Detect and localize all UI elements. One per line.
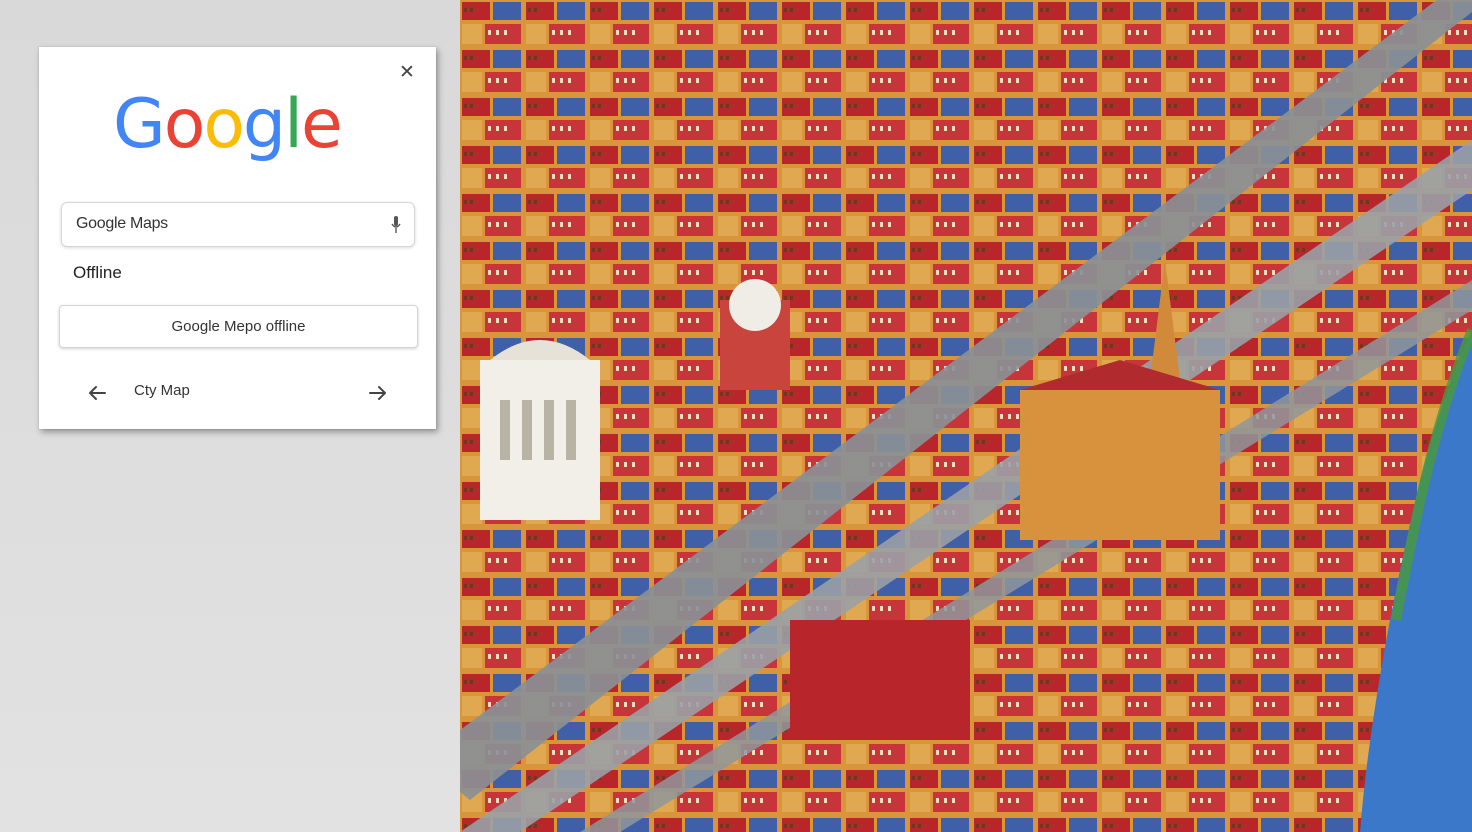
arrow-left-icon[interactable] bbox=[85, 381, 109, 405]
microphone-icon[interactable] bbox=[389, 215, 403, 235]
city-map-canvas bbox=[460, 0, 1472, 832]
search-input-value: Google Maps bbox=[76, 215, 168, 232]
logo-letter: o bbox=[203, 85, 245, 164]
city-map-label: Cty Map bbox=[134, 382, 190, 399]
logo-letter: e bbox=[301, 85, 343, 164]
logo-letter: o bbox=[163, 85, 206, 164]
logo-letter: l bbox=[284, 85, 303, 164]
search-input[interactable]: Google Maps bbox=[61, 202, 415, 247]
navigation-row: Cty Map bbox=[39, 377, 436, 409]
offline-label: Offline bbox=[73, 263, 122, 282]
close-icon[interactable]: ✕ bbox=[396, 61, 418, 83]
arrow-right-icon[interactable] bbox=[366, 381, 390, 405]
maps-offline-button[interactable]: Google Mepo offline bbox=[59, 305, 418, 348]
search-dialog: ✕ Google Google Maps Offline Google Mepo… bbox=[39, 47, 436, 429]
logo-letter: G bbox=[113, 85, 166, 164]
city-map-illustration[interactable] bbox=[460, 0, 1472, 832]
logo-letter: g bbox=[242, 85, 286, 164]
google-logo: Google bbox=[113, 85, 343, 165]
